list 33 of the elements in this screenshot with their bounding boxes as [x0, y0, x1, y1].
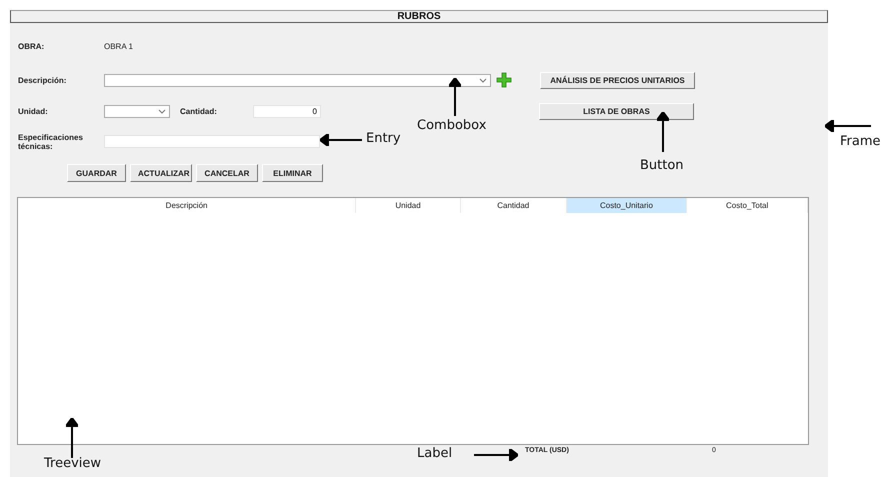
works-list-button[interactable]: LISTA DE OBRAS [539, 103, 694, 120]
action-button[interactable]: CANCELAR [196, 164, 258, 182]
column-header[interactable]: Costo_Unitario [566, 198, 688, 213]
field-label: Especificaciones técnicas: [18, 133, 84, 151]
annotation-arrow [825, 120, 871, 132]
annotation-label: Label [417, 446, 452, 461]
obra-value: OBRA 1 [104, 42, 133, 50]
action-button[interactable]: ACTUALIZAR [130, 164, 192, 182]
annotation-label: Entry [366, 131, 401, 146]
annotation-arrow [474, 449, 518, 461]
annotation-label: Treeview [44, 456, 102, 471]
field-label: Descripción: [18, 76, 68, 84]
quantity-field[interactable]: 0 [253, 105, 321, 118]
action-button[interactable]: GUARDAR [67, 164, 126, 182]
chevron-down-icon [158, 109, 166, 114]
add-icon[interactable] [496, 72, 512, 88]
unit-combobox[interactable] [104, 105, 170, 118]
analysis-button[interactable]: ANÁLISIS DE PRECIOS UNITARIOS [540, 72, 695, 88]
specifications-field[interactable] [104, 135, 320, 148]
chevron-down-icon [479, 78, 487, 82]
field-label: OBRA: [18, 42, 46, 50]
annotation-arrow [449, 78, 461, 116]
annotation-label: Button [640, 158, 684, 173]
annotation-arrow [657, 112, 669, 152]
field-label: Cantidad: [180, 107, 218, 116]
frame-title: RUBROS [397, 11, 441, 22]
field-label: Unidad: [18, 107, 49, 116]
annotation-label: Combobox [417, 118, 486, 133]
annotation-arrow [320, 134, 362, 146]
action-button[interactable]: ELIMINAR [262, 164, 323, 182]
annotation-arrow [66, 418, 78, 458]
description-combobox[interactable] [104, 74, 491, 86]
annotation-label: Frame [840, 134, 881, 149]
